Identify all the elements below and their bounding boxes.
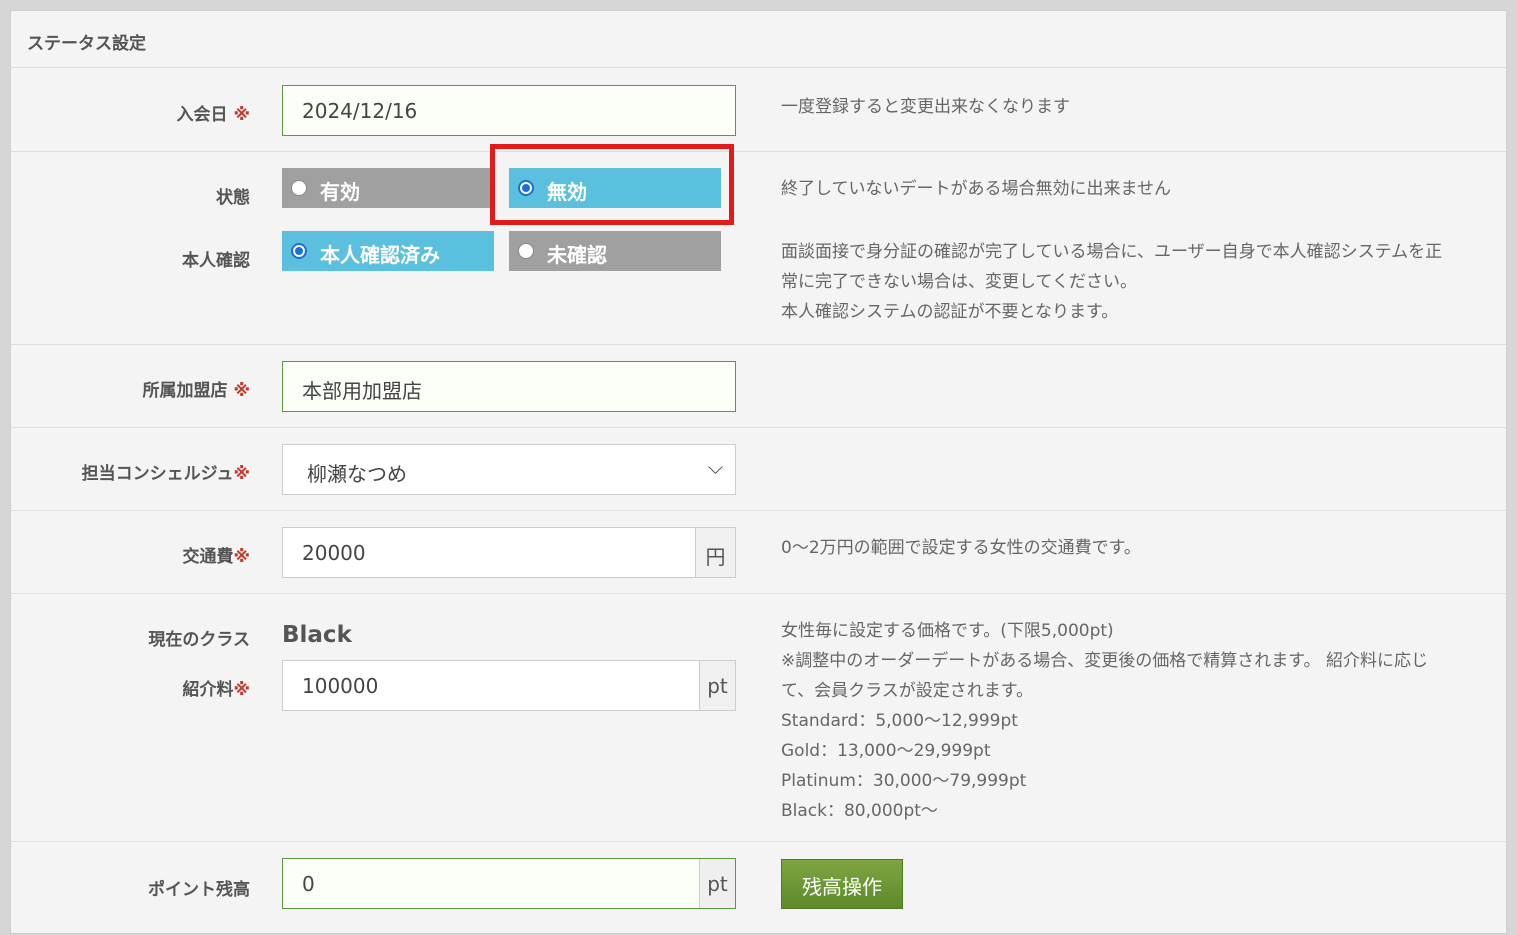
transport-row: 交通費※ 20000 円 0～2万円の範囲で設定する女性の交通費です。 [11,511,1506,594]
join-date-help: 一度登録すると変更出来なくなります [781,97,1070,117]
identity-option-verified[interactable]: 本人確認済み [282,231,494,271]
chevron-down-icon: ⌵ [707,455,723,479]
points-input[interactable]: 0 pt [282,858,736,909]
radio-selected-icon [291,243,307,259]
concierge-select[interactable]: 柳瀬なつめ ⌵ [282,444,736,495]
required-mark: ※ [233,381,250,401]
concierge-label: 担当コンシェルジュ※ [81,464,250,484]
join-date-row: 入会日 ※ 2024/12/16 一度登録すると変更出来なくなります [11,68,1506,152]
fee-label: 紹介料※ [182,680,250,700]
transport-help: 0～2万円の範囲で設定する女性の交通費です。 [781,538,1141,558]
transport-input[interactable]: 20000 円 [282,527,736,578]
points-row: ポイント残高 0 pt [11,842,1506,935]
identity-help: 面談面接で身分証の確認が完了している場合に、ユーザー自身で本人確認システムを正 … [781,242,1443,322]
balance-operation-button[interactable]: 残高操作 [781,859,903,909]
store-label: 所属加盟店 ※ [142,381,250,401]
transport-unit: 円 [695,528,735,577]
fee-input[interactable]: 100000 pt [282,660,736,711]
required-mark: ※ [233,680,250,700]
join-date-label: 入会日 ※ [176,105,250,125]
status-settings-panel: ステータス設定 入会日 ※ 2024/12/16 一度登録すると変更出来なくなり… [10,10,1507,934]
status-help: 終了していないデートがある場合無効に出来ません [781,179,1171,199]
radio-icon [518,243,534,259]
status-identity-row: 状態 有効 無効 終了していないデートがある場合無効に出来ません 本人確認 本人… [11,152,1506,345]
current-class-value: Black [282,622,352,648]
transport-label: 交通費※ [182,547,250,567]
points-unit: pt [699,859,735,908]
store-row: 所属加盟店 ※ 本部用加盟店 [11,345,1506,428]
required-mark: ※ [233,105,250,125]
points-label: ポイント残高 [148,880,250,900]
join-date-input[interactable]: 2024/12/16 [282,85,736,136]
radio-icon [291,180,307,196]
required-mark: ※ [233,464,250,484]
status-label: 状態 [216,188,250,208]
store-input[interactable]: 本部用加盟店 [282,361,736,412]
highlight-box [490,144,734,225]
concierge-row: 担当コンシェルジュ※ 柳瀬なつめ ⌵ [11,428,1506,511]
status-option-active[interactable]: 有効 [282,168,494,208]
identity-label: 本人確認 [182,251,250,271]
fee-unit: pt [699,661,735,710]
section-title: ステータス設定 [11,11,1506,68]
identity-option-unverified[interactable]: 未確認 [509,231,721,271]
class-label: 現在のクラス [148,630,250,650]
required-mark: ※ [233,547,250,567]
class-fee-row: 現在のクラス 紹介料※ 100000 pt 女性毎に設定する価格です。(下限5,… [11,594,1506,842]
fee-help: 女性毎に設定する価格です。(下限5,000pt) ※調整中のオーダーデートがある… [781,621,1428,821]
